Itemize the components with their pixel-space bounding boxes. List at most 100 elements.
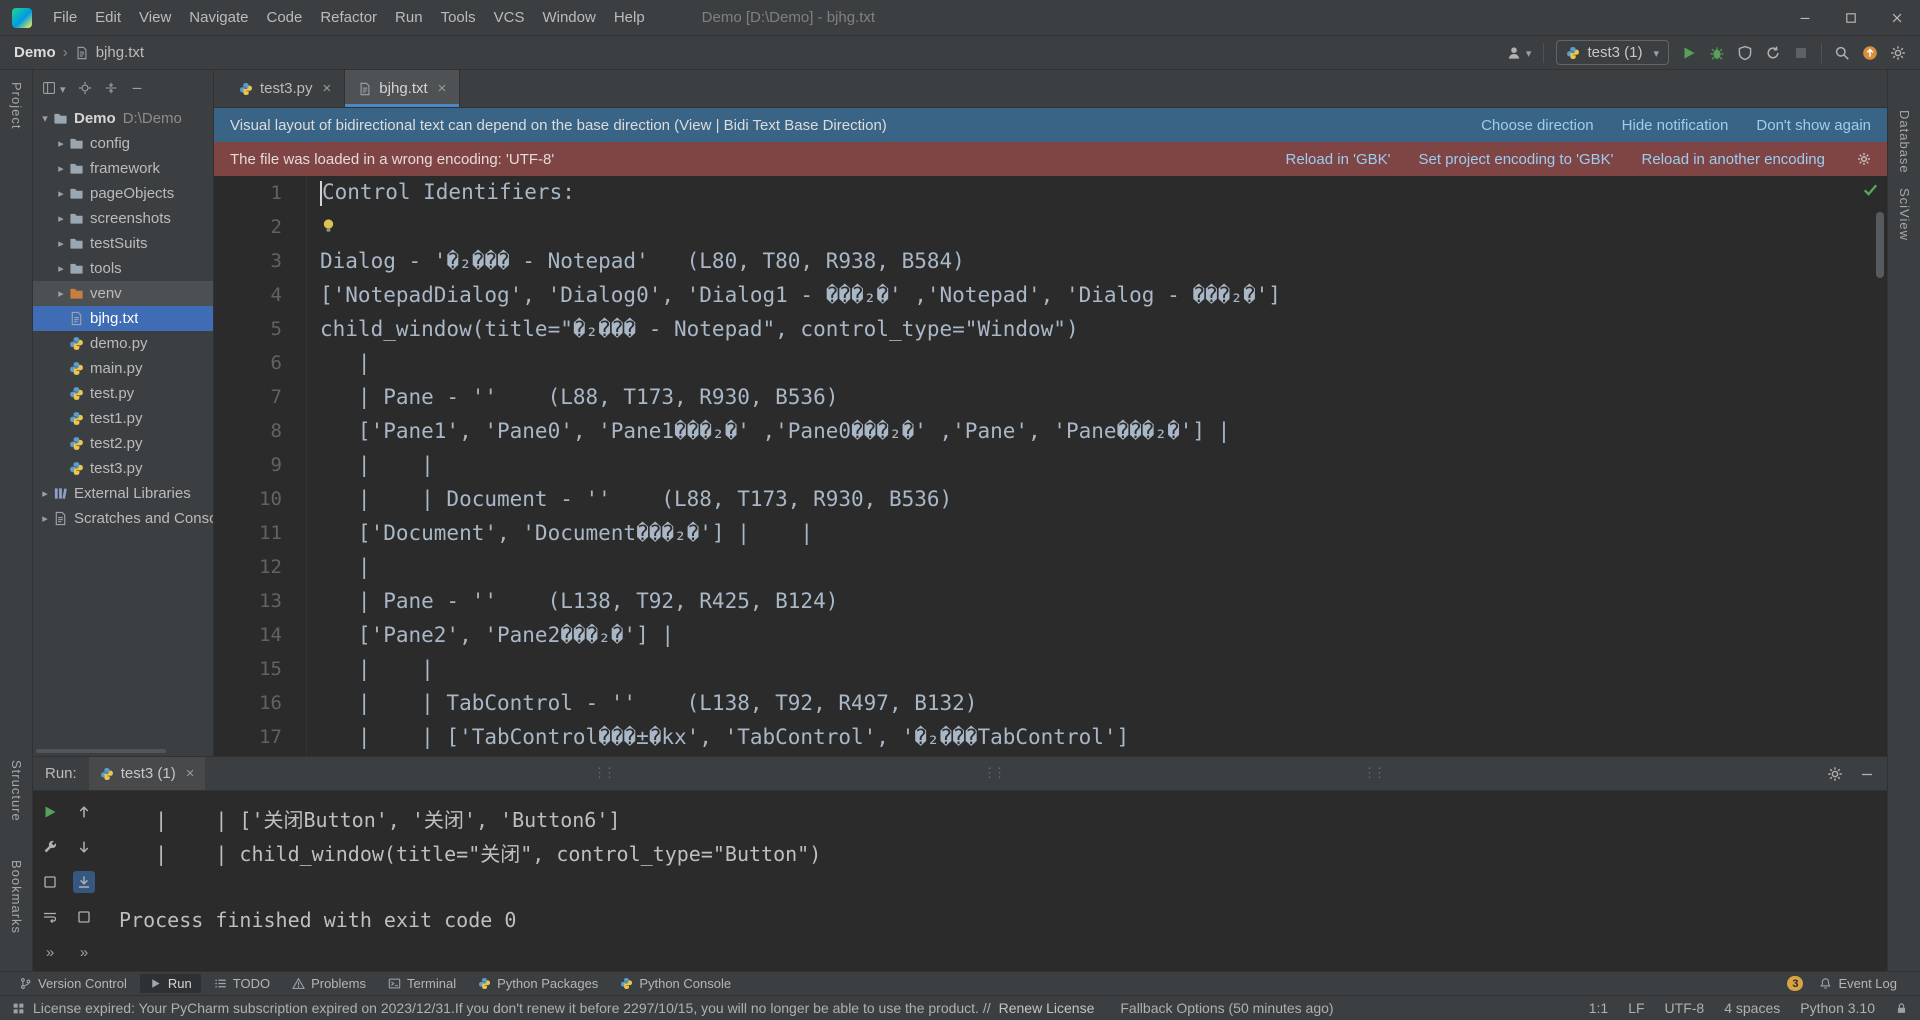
debug-button[interactable] (1709, 45, 1725, 61)
chevron-collapsed-icon[interactable] (37, 487, 53, 500)
toolwindow-version-control[interactable]: Version Control (10, 974, 136, 993)
breadcrumb-file[interactable]: bjhg.txt (96, 44, 144, 61)
set-project-encoding-link[interactable]: Set project encoding to 'GBK' (1419, 151, 1614, 168)
minimize-button[interactable] (1782, 0, 1828, 35)
menu-navigate[interactable]: Navigate (180, 0, 257, 36)
toolwindow-switcher-icon[interactable] (12, 1002, 25, 1015)
choose-direction-link[interactable]: Choose direction (1481, 117, 1594, 134)
tree-item-test3-py[interactable]: test3.py (33, 456, 213, 481)
tree-item-tools[interactable]: tools (33, 256, 213, 281)
tree-item-config[interactable]: config (33, 131, 213, 156)
editor-scrollbar[interactable] (1876, 212, 1884, 278)
hide-panel-icon[interactable] (130, 81, 144, 95)
stop-button[interactable] (1793, 45, 1809, 61)
toolwindow-button-project[interactable]: Project (9, 82, 24, 129)
modify-run-config-button[interactable] (39, 836, 61, 858)
tree-item-demo[interactable]: Demo D:\Demo (33, 106, 213, 131)
tree-item-venv[interactable]: venv (33, 281, 213, 306)
menu-file[interactable]: File (44, 0, 86, 36)
chevron-expanded-icon[interactable] (37, 112, 53, 125)
fallback-options-link[interactable]: Fallback Options (50 minutes ago) (1120, 1000, 1333, 1016)
tab-bjhg-txt[interactable]: bjhg.txt (345, 70, 461, 107)
splitter-grip[interactable] (1363, 765, 1383, 781)
tree-item-test2-py[interactable]: test2.py (33, 431, 213, 456)
tree-item-framework[interactable]: framework (33, 156, 213, 181)
tree-item-demo-py[interactable]: demo.py (33, 331, 213, 356)
toolwindow-python-packages[interactable]: Python Packages (469, 974, 607, 993)
close-run-tab-icon[interactable] (183, 765, 195, 782)
profiler-button[interactable] (1765, 45, 1781, 61)
encoding-widget[interactable]: UTF-8 (1665, 1000, 1705, 1016)
breadcrumb-project[interactable]: Demo (14, 44, 56, 61)
user-account-button[interactable] (1506, 44, 1532, 61)
reload-other-encoding-link[interactable]: Reload in another encoding (1642, 151, 1825, 168)
locate-file-icon[interactable] (78, 81, 92, 95)
toolwindow-button-sciview[interactable]: SciView (1897, 188, 1912, 241)
search-everywhere-button[interactable] (1834, 45, 1850, 61)
toolwindow-button-bookmarks[interactable]: Bookmarks (9, 860, 24, 934)
hide-notification-link[interactable]: Hide notification (1622, 117, 1729, 134)
run-config-selector[interactable]: test3 (1) (1556, 40, 1669, 65)
tree-item-bjhg-txt[interactable]: bjhg.txt (33, 306, 213, 331)
toolwindow-button-structure[interactable]: Structure (9, 760, 24, 822)
rerun-button[interactable] (39, 801, 61, 823)
interpreter-widget[interactable]: Python 3.10 (1800, 1000, 1875, 1016)
up-stack-trace-button[interactable] (73, 801, 95, 823)
tree-item-screenshots[interactable]: screenshots (33, 206, 213, 231)
dont-show-again-link[interactable]: Don't show again (1756, 117, 1871, 134)
tree-item-scratches[interactable]: Scratches and Consoles (33, 506, 213, 531)
down-stack-trace-button[interactable] (73, 836, 95, 858)
reload-gbk-link[interactable]: Reload in 'GBK' (1286, 151, 1391, 168)
toolwindow-todo[interactable]: TODO (205, 974, 279, 993)
update-available-button[interactable] (1862, 45, 1878, 61)
hide-run-panel-icon[interactable] (1859, 766, 1875, 782)
chevron-collapsed-icon[interactable] (53, 287, 69, 300)
encoding-settings-gear-icon[interactable] (1857, 152, 1871, 166)
toolwindow-event-log[interactable]: Event Log (1810, 974, 1906, 993)
lock-icon[interactable] (1895, 1002, 1908, 1015)
tab-test3-py[interactable]: test3.py (226, 70, 346, 107)
more-actions-icon[interactable] (73, 941, 95, 963)
caret-position-widget[interactable]: 1:1 (1589, 1000, 1608, 1016)
settings-button[interactable] (1890, 45, 1906, 61)
menu-window[interactable]: Window (533, 0, 604, 36)
menu-run[interactable]: Run (386, 0, 432, 36)
close-tab-icon[interactable] (435, 80, 447, 97)
toolwindow-terminal[interactable]: Terminal (379, 974, 465, 993)
inspections-ok-icon[interactable] (1862, 181, 1879, 198)
menu-tools[interactable]: Tools (432, 0, 485, 36)
run-button[interactable] (1681, 45, 1697, 61)
project-horizontal-scrollbar[interactable] (36, 749, 166, 753)
tree-item-main-py[interactable]: main.py (33, 356, 213, 381)
menu-view[interactable]: View (130, 0, 180, 36)
soft-wrap-button[interactable] (39, 906, 61, 928)
toolwindow-python-console[interactable]: Python Console (611, 974, 740, 993)
maximize-button[interactable] (1828, 0, 1874, 35)
chevron-collapsed-icon[interactable] (53, 137, 69, 150)
editor[interactable]: 1 Control Identifiers: 2 3 Dialog - '�₂���… (214, 176, 1887, 756)
chevron-collapsed-icon[interactable] (37, 512, 53, 525)
menu-vcs[interactable]: VCS (485, 0, 534, 36)
scroll-to-end-button[interactable] (73, 871, 95, 893)
coverage-button[interactable] (1737, 45, 1753, 61)
more-actions-icon[interactable] (39, 941, 61, 963)
project-view-selector[interactable] (42, 80, 66, 97)
menu-refactor[interactable]: Refactor (311, 0, 386, 36)
splitter-grip[interactable] (983, 765, 1003, 781)
tree-item-external-libraries[interactable]: External Libraries (33, 481, 213, 506)
chevron-collapsed-icon[interactable] (53, 162, 69, 175)
close-button[interactable] (1874, 0, 1920, 35)
chevron-collapsed-icon[interactable] (53, 262, 69, 275)
toolwindow-problems[interactable]: Problems (283, 974, 375, 993)
run-settings-gear-icon[interactable] (1827, 766, 1843, 782)
intention-bulb-icon[interactable] (320, 217, 337, 234)
menu-code[interactable]: Code (257, 0, 311, 36)
clear-console-button[interactable] (73, 906, 95, 928)
renew-license-link[interactable]: Renew License (999, 1000, 1095, 1016)
menu-edit[interactable]: Edit (86, 0, 130, 36)
stop-process-button[interactable] (39, 871, 61, 893)
chevron-collapsed-icon[interactable] (53, 187, 69, 200)
run-tab-test3[interactable]: test3 (1) (88, 757, 206, 790)
run-console[interactable]: | | ['关闭Button', '关闭', 'Button6'] | | ch… (103, 791, 1887, 971)
tree-item-pageobjects[interactable]: pageObjects (33, 181, 213, 206)
